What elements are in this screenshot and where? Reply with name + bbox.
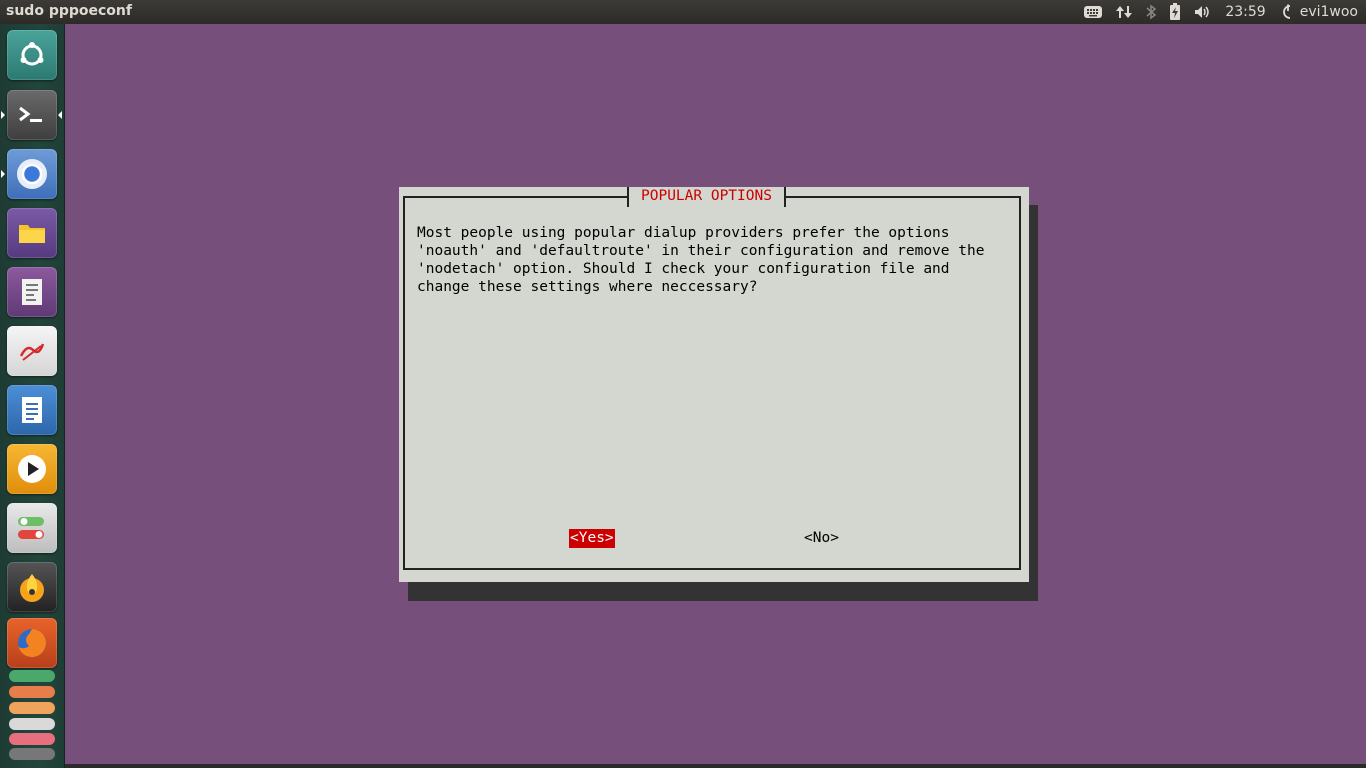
window-title: sudo pppoeconf (6, 3, 132, 19)
session-icon (1282, 4, 1290, 19)
bottom-edge (65, 764, 1366, 768)
stacked-launcher-item[interactable] (9, 686, 55, 698)
indicator-area: 23:59 evi1woo (1077, 0, 1366, 24)
popular-options-dialog: POPULAR OPTIONS Most people using popula… (399, 187, 1029, 582)
bluetooth-icon[interactable] (1139, 0, 1163, 24)
stacked-launcher-item[interactable] (9, 702, 55, 714)
running-indicator (1, 170, 5, 178)
volume-icon[interactable] (1187, 0, 1219, 24)
firefox-icon[interactable] (7, 618, 57, 668)
user-name: evi1woo (1299, 4, 1358, 20)
ubuntu-dash-icon[interactable] (7, 30, 57, 80)
files-icon[interactable] (7, 208, 57, 258)
top-panel: sudo pppoeconf 23:59 evi1woo (0, 0, 1366, 24)
switch-toggles-icon[interactable] (7, 503, 57, 553)
keyboard-icon[interactable] (1077, 0, 1109, 24)
dialog-title: POPULAR OPTIONS (627, 187, 786, 207)
burner-flame-icon[interactable] (7, 562, 57, 612)
stacked-launcher-item[interactable] (9, 733, 55, 745)
network-transfer-icon[interactable] (1109, 0, 1139, 24)
stacked-launcher-item[interactable] (9, 718, 55, 730)
terminal-icon[interactable] (7, 90, 57, 140)
stacked-launcher-item[interactable] (9, 670, 55, 682)
active-indicator (1, 111, 5, 119)
launcher (0, 24, 65, 768)
battery-icon[interactable] (1163, 0, 1187, 24)
dialog-message: Most people using popular dialup provide… (417, 225, 985, 295)
chromium-icon[interactable] (7, 149, 57, 199)
clock[interactable]: 23:59 (1219, 0, 1275, 24)
stacked-launcher-item[interactable] (9, 748, 55, 760)
document-viewer-icon[interactable] (7, 267, 57, 317)
text-editor-signature-icon[interactable] (7, 326, 57, 376)
session-menu[interactable]: evi1woo (1276, 0, 1366, 24)
focused-indicator (58, 111, 62, 119)
no-button[interactable]: <No> (803, 529, 840, 548)
writer-icon[interactable] (7, 385, 57, 435)
yes-button[interactable]: <Yes> (569, 529, 615, 548)
media-player-icon[interactable] (7, 444, 57, 494)
